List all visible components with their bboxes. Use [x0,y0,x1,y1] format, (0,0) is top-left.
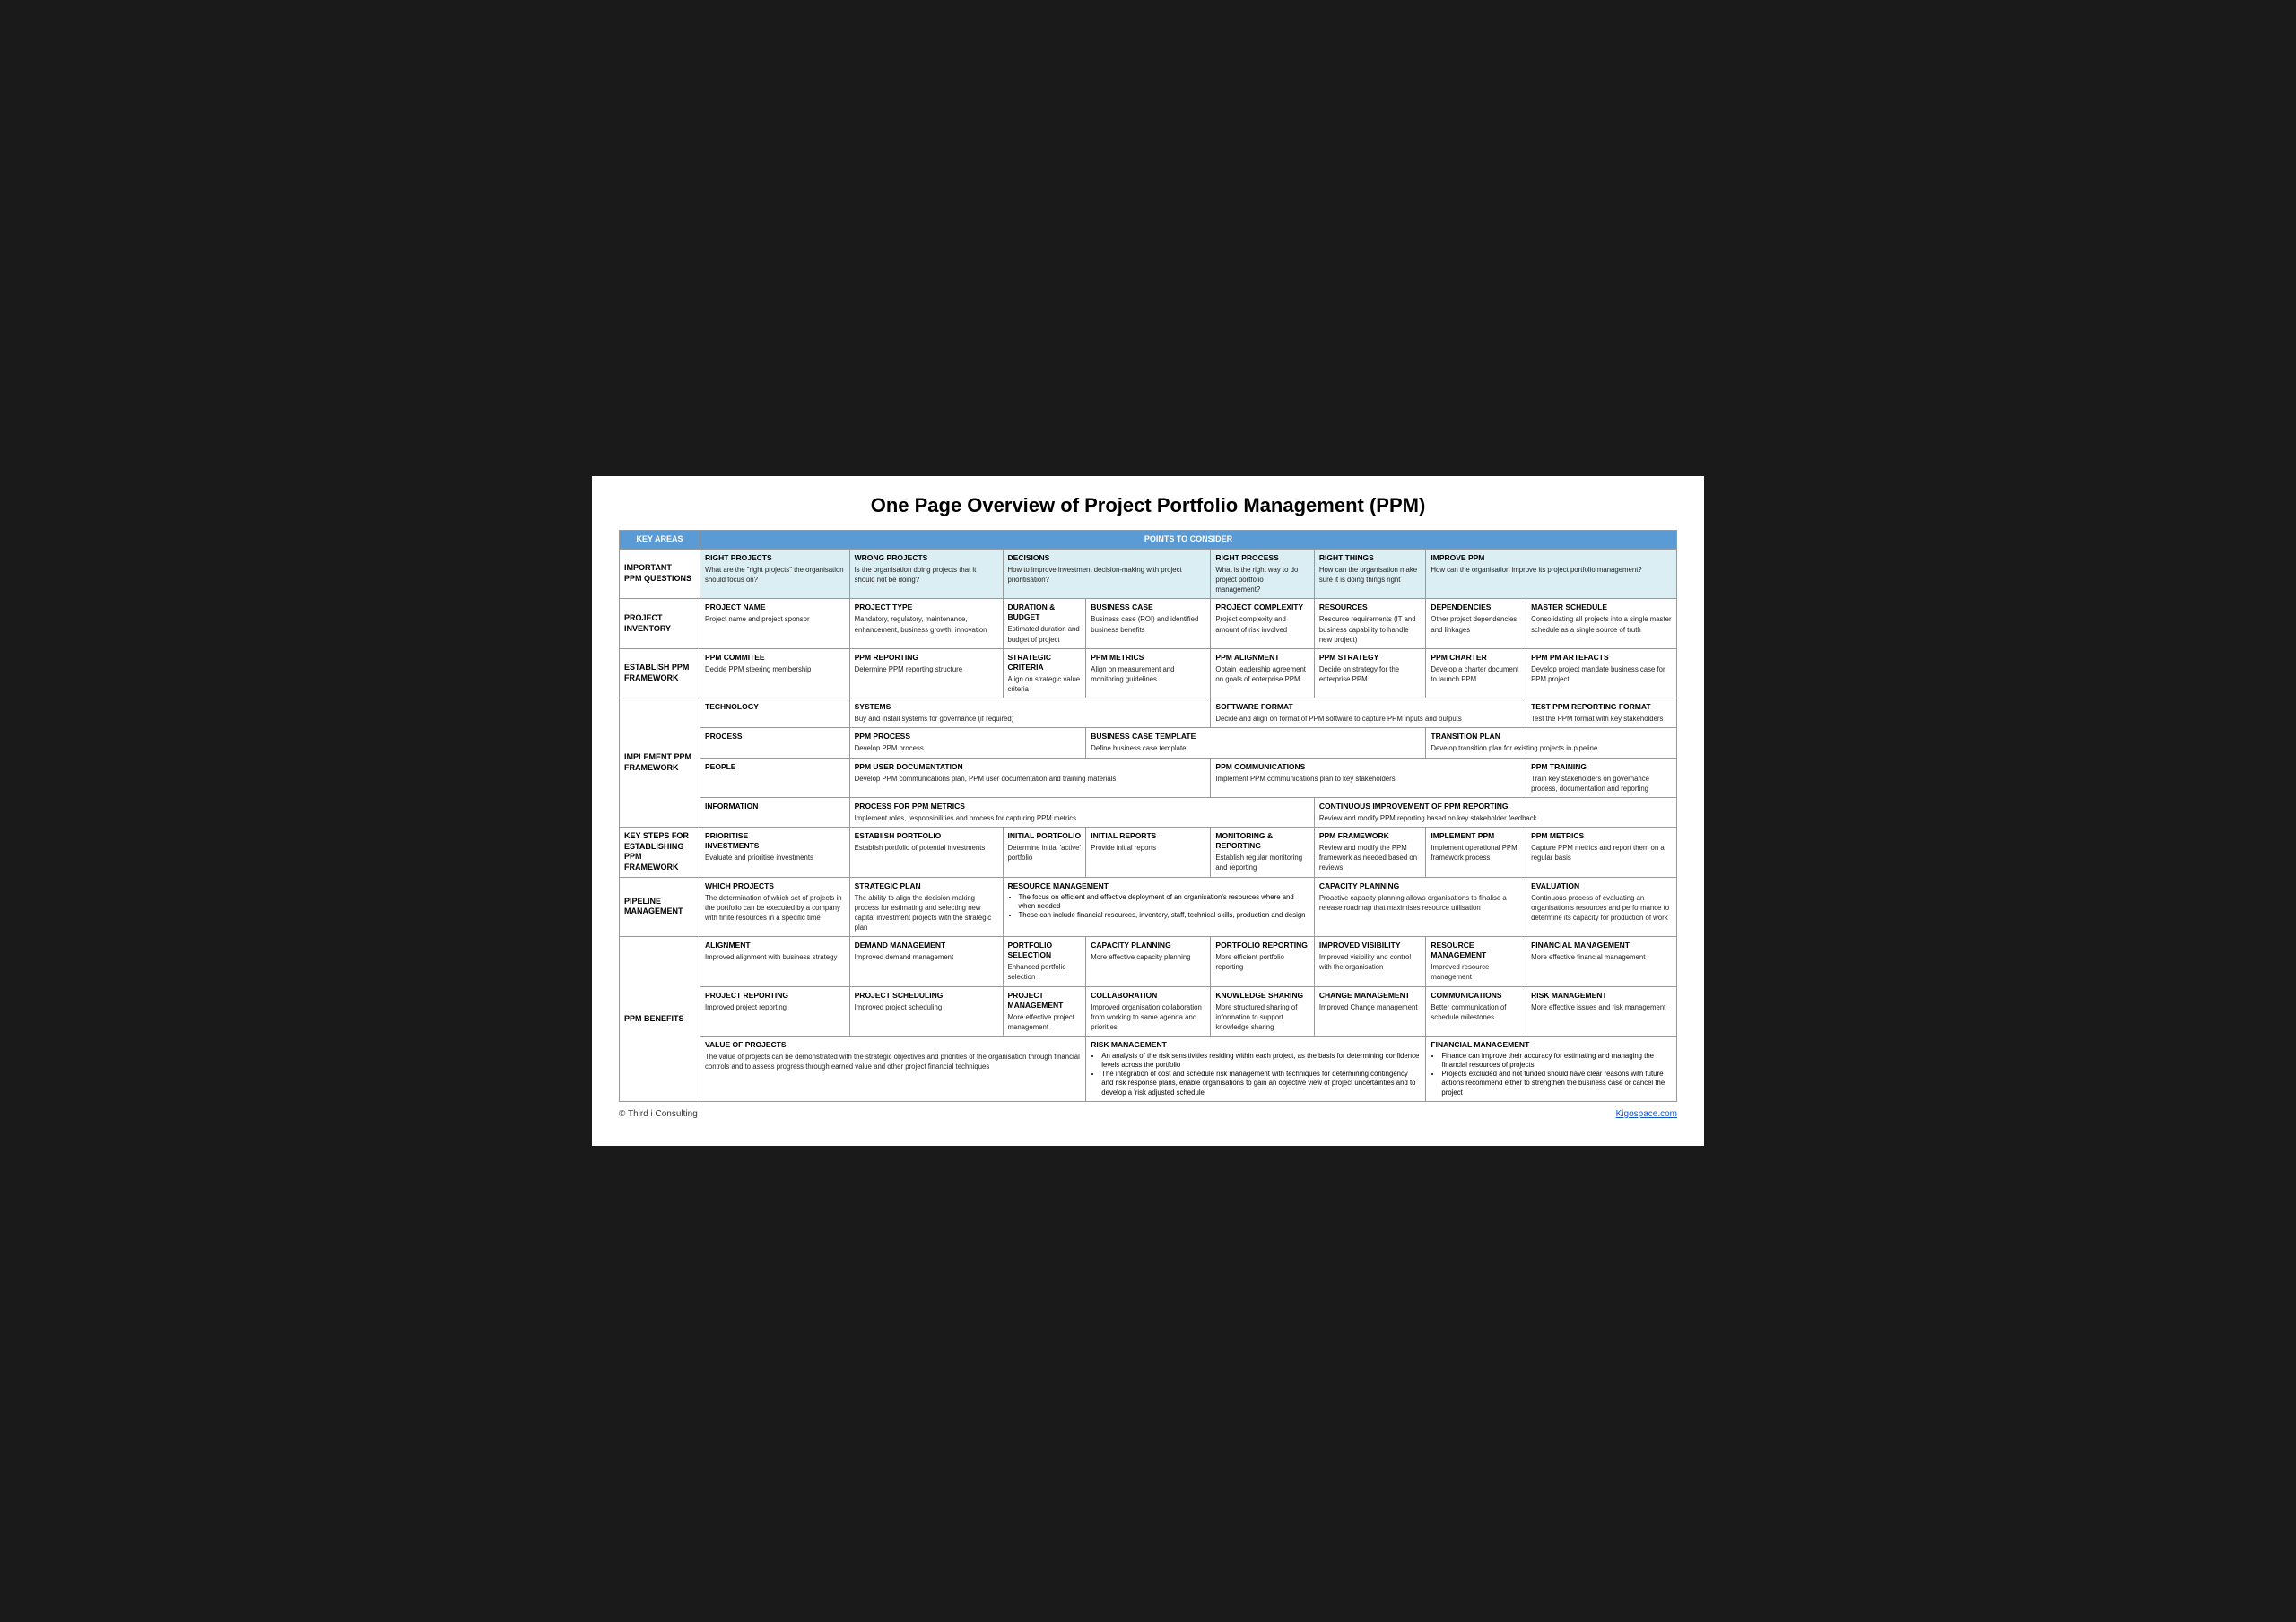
table-cell: WRONG PROJECTS Is the organisation doing… [849,549,1003,598]
table-row: KEY STEPS FORESTABLISHINGPPM FRAMEWORK P… [620,827,1677,877]
table-cell: RESOURCE MANAGEMENT The focus on efficie… [1003,877,1314,937]
row-label-implement-ppm: IMPLEMENT PPMFRAMEWORK [620,698,700,828]
page-title: One Page Overview of Project Portfolio M… [619,494,1677,517]
table-cell: WHICH PROJECTS The determination of whic… [700,877,850,937]
table-cell: PPM COMMITEE Decide PPM steering members… [700,648,850,698]
table-cell: CAPACITY PLANNING More effective capacit… [1086,937,1211,986]
table-cell: PPM USER DOCUMENTATION Develop PPM commu… [849,758,1211,797]
table-cell: RESOURCES Resource requirements (IT and … [1314,599,1426,648]
table-cell: MONITORING &REPORTING Establish regular … [1211,827,1314,877]
table-cell: PPM STRATEGY Decide on strategy for the … [1314,648,1426,698]
table-cell: CAPACITY PLANNING Proactive capacity pla… [1314,877,1526,937]
table-row: PROCESS PPM PROCESS Develop PPM process … [620,728,1677,758]
table-row: PIPELINEMANAGEMENT WHICH PROJECTS The de… [620,877,1677,937]
table-cell: BUSINESS CASE TEMPLATE Define business c… [1086,728,1426,758]
table-cell: PPM COMMUNICATIONS Implement PPM communi… [1211,758,1526,797]
table-cell: SYSTEMS Buy and install systems for gove… [849,698,1211,728]
table-cell: PPM CHARTER Develop a charter document t… [1426,648,1526,698]
table-cell: IMPROVE PPM How can the organisation imp… [1426,549,1677,598]
table-cell: CHANGE MANAGEMENT Improved Change manage… [1314,986,1426,1036]
table-row: PEOPLE PPM USER DOCUMENTATION Develop PP… [620,758,1677,797]
table-cell: ALIGNMENT Improved alignment with busine… [700,937,850,986]
table-cell: IMPROVED VISIBILITY Improved visibility … [1314,937,1426,986]
table-cell: RIGHT PROCESS What is the right way to d… [1211,549,1314,598]
table-cell: PPM TRAINING Train key stakeholders on g… [1526,758,1677,797]
table-cell: INITIAL REPORTS Provide initial reports [1086,827,1211,877]
table-cell: PPM PM ARTEFACTS Develop project mandate… [1526,648,1677,698]
table-cell: ESTABIISH PORTFOLIO Establish portfolio … [849,827,1003,877]
table-row: PROJECTINVENTORY PROJECT NAME Project na… [620,599,1677,648]
table-cell: RIGHT PROJECTS What are the "right proje… [700,549,850,598]
table-cell: PRIORITISEINVESTMENTS Evaluate and prior… [700,827,850,877]
table-cell: SOFTWARE FORMAT Decide and align on form… [1211,698,1526,728]
row-label-establish-ppm: ESTABLISH PPMFRAMEWORK [620,648,700,698]
table-cell: TRANSITION PLAN Develop transition plan … [1426,728,1677,758]
col-header-points: POINTS TO CONSIDER [700,531,1677,550]
table-cell: IMPLEMENT PPM Implement operational PPM … [1426,827,1526,877]
table-cell: INITIAL PORTFOLIO Determine initial 'act… [1003,827,1086,877]
table-cell: PEOPLE [700,758,850,797]
table-cell: FINANCIAL MANAGEMENT Finance can improve… [1426,1037,1677,1102]
table-cell: VALUE OF PROJECTS The value of projects … [700,1037,1086,1102]
table-cell: PPM PROCESS Develop PPM process [849,728,1086,758]
footer: © Third i Consulting Kigospace.com [619,1109,1677,1119]
table-cell: TECHNOLOGY [700,698,850,728]
table-cell: FINANCIAL MANAGEMENT More effective fina… [1526,937,1677,986]
table-cell: PROJECT MANAGEMENT More effective projec… [1003,986,1086,1036]
table-cell: EVALUATION Continuous process of evaluat… [1526,877,1677,937]
table-cell: DURATION & BUDGET Estimated duration and… [1003,599,1086,648]
table-cell: STRATEGIC PLAN The ability to align the … [849,877,1003,937]
table-cell: DECISIONS How to improve investment deci… [1003,549,1211,598]
table-cell: PROJECT TYPE Mandatory, regulatory, main… [849,599,1003,648]
table-row: ESTABLISH PPMFRAMEWORK PPM COMMITEE Deci… [620,648,1677,698]
table-cell: DEMAND MANAGEMENT Improved demand manage… [849,937,1003,986]
table-cell: PROJECT COMPLEXITY Project complexity an… [1211,599,1314,648]
row-label-key-steps: KEY STEPS FORESTABLISHINGPPM FRAMEWORK [620,827,700,877]
table-cell: KNOWLEDGE SHARING More structured sharin… [1211,986,1314,1036]
table-cell: RISK MANAGEMENT An analysis of the risk … [1086,1037,1426,1102]
table-cell: INFORMATION [700,797,850,827]
table-cell: PROJECT NAME Project name and project sp… [700,599,850,648]
table-cell: PROCESS [700,728,850,758]
table-cell: COMMUNICATIONS Better communication of s… [1426,986,1526,1036]
table-row: PROJECT REPORTING Improved project repor… [620,986,1677,1036]
table-cell: MASTER SCHEDULE Consolidating all projec… [1526,599,1677,648]
row-label-ppm-benefits: PPM BENEFITS [620,937,700,1101]
table-cell: RIGHT THINGS How can the organisation ma… [1314,549,1426,598]
table-cell: COLLABORATION Improved organisation coll… [1086,986,1211,1036]
table-cell: PROJECT SCHEDULING Improved project sche… [849,986,1003,1036]
table-cell: CONTINUOUS IMPROVEMENT OF PPM REPORTING … [1314,797,1676,827]
table-cell: PPM REPORTING Determine PPM reporting st… [849,648,1003,698]
table-cell: BUSINESS CASE Business case (ROI) and id… [1086,599,1211,648]
main-table: KEY AREAS POINTS TO CONSIDER IMPORTANTPP… [619,530,1677,1101]
table-cell: PPM METRICS Align on measurement and mon… [1086,648,1211,698]
table-cell: RISK MANAGEMENT More effective issues an… [1526,986,1677,1036]
table-cell: PROCESS FOR PPM METRICS Implement roles,… [849,797,1314,827]
table-cell: TEST PPM REPORTING FORMAT Test the PPM f… [1526,698,1677,728]
row-label-project-inventory: PROJECTINVENTORY [620,599,700,648]
table-cell: PORTFOLIO SELECTION Enhanced portfolio s… [1003,937,1086,986]
main-page: One Page Overview of Project Portfolio M… [592,476,1704,1145]
table-cell: RESOURCE MANAGEMENT Improved resource ma… [1426,937,1526,986]
table-cell: DEPENDENCIES Other project dependencies … [1426,599,1526,648]
table-cell: PPM FRAMEWORK Review and modify the PPM … [1314,827,1426,877]
row-label-pipeline: PIPELINEMANAGEMENT [620,877,700,937]
table-cell: PROJECT REPORTING Improved project repor… [700,986,850,1036]
table-cell: PORTFOLIO REPORTING More efficient portf… [1211,937,1314,986]
table-row: IMPLEMENT PPMFRAMEWORK TECHNOLOGY SYSTEM… [620,698,1677,728]
table-cell: STRATEGIC CRITERIA Align on strategic va… [1003,648,1086,698]
row-label-important-ppm: IMPORTANTPPM QUESTIONS [620,549,700,598]
footer-copyright: © Third i Consulting [619,1109,698,1119]
table-row: VALUE OF PROJECTS The value of projects … [620,1037,1677,1102]
col-header-key-areas: KEY AREAS [620,531,700,550]
table-cell: PPM METRICS Capture PPM metrics and repo… [1526,827,1677,877]
table-cell: PPM ALIGNMENT Obtain leadership agreemen… [1211,648,1314,698]
table-row: INFORMATION PROCESS FOR PPM METRICS Impl… [620,797,1677,827]
table-row: IMPORTANTPPM QUESTIONS RIGHT PROJECTS Wh… [620,549,1677,598]
table-row: PPM BENEFITS ALIGNMENT Improved alignmen… [620,937,1677,986]
footer-link[interactable]: Kigospace.com [1616,1109,1677,1119]
